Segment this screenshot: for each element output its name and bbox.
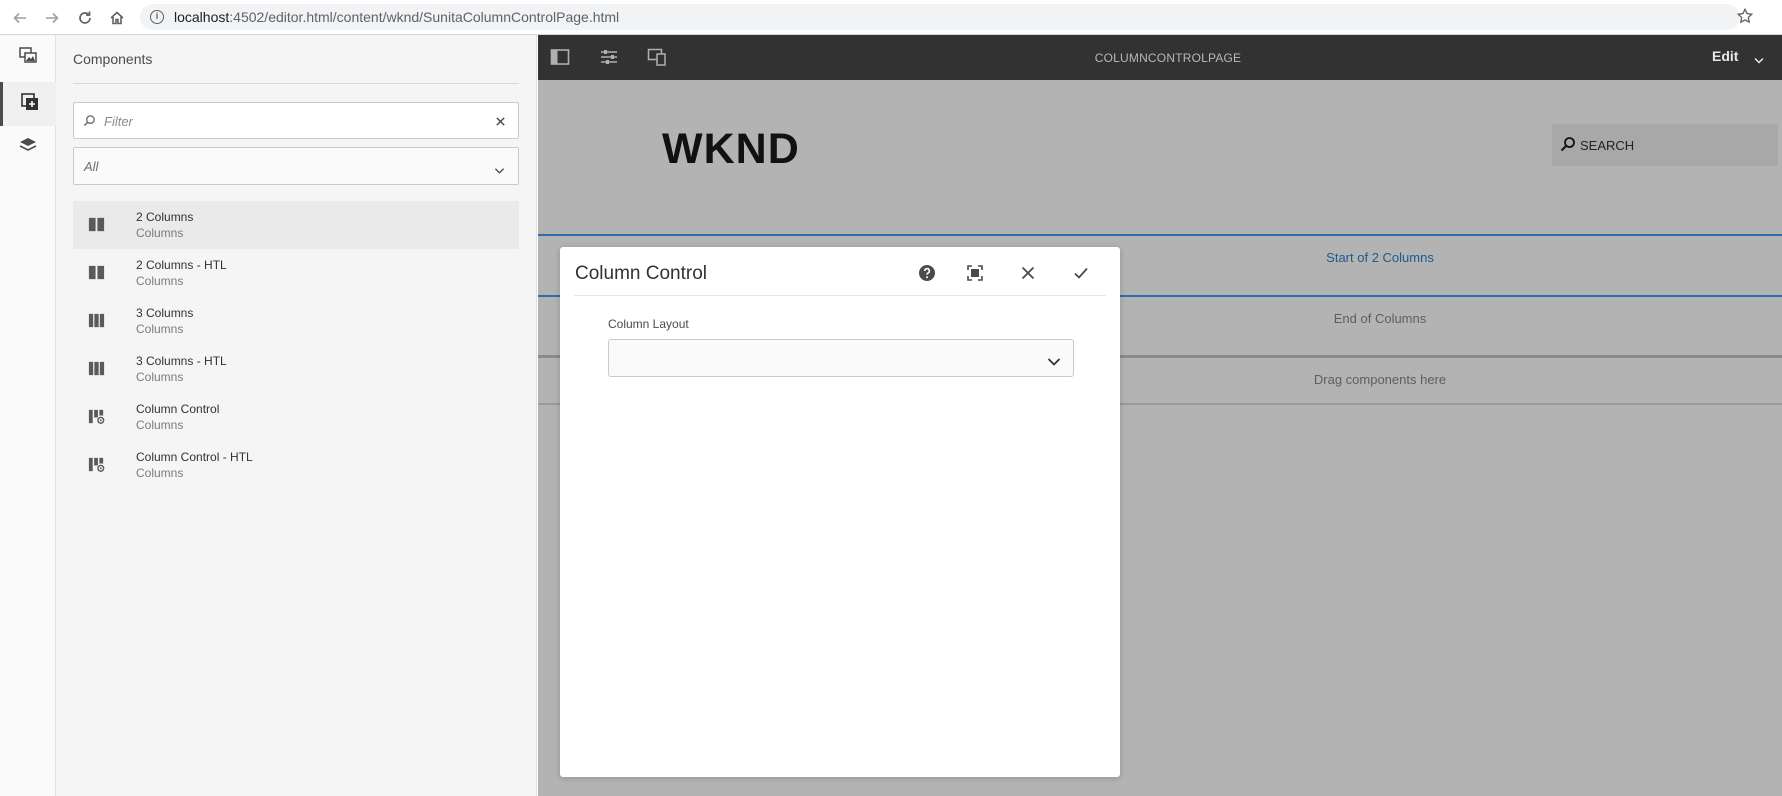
search-icon: [83, 114, 97, 128]
filter-input[interactable]: [104, 112, 484, 130]
address-bar[interactable]: i localhost:4502/editor.html/content/wkn…: [140, 4, 1740, 30]
assets-icon: [18, 45, 38, 70]
layers-icon: [18, 135, 38, 160]
component-group: Columns: [136, 418, 184, 432]
component-name: 3 Columns - HTL: [136, 354, 227, 368]
three-columns-icon: [87, 359, 107, 379]
site-search-placeholder: SEARCH: [1580, 138, 1635, 153]
column-control-dialog: Column Control Column Layout: [560, 247, 1120, 777]
list-item[interactable]: 3 Columns Columns: [73, 297, 519, 345]
clear-icon[interactable]: [495, 114, 508, 127]
column-control-icon: [87, 407, 107, 427]
list-item[interactable]: Column Control - HTL Columns: [73, 441, 519, 489]
components-panel: Components All 2 Columns Columns 2 Colum: [56, 35, 537, 796]
site-logo: WKND: [662, 125, 800, 173]
list-item[interactable]: 3 Columns - HTL Columns: [73, 345, 519, 393]
chevron-down-icon[interactable]: [1754, 52, 1764, 64]
url-path: :4502/editor.html/content/wknd/SunitaCol…: [229, 9, 620, 25]
filter-field[interactable]: [73, 102, 519, 139]
component-group: Columns: [136, 466, 184, 480]
url-text: localhost:4502/editor.html/content/wknd/…: [174, 9, 619, 25]
column-layout-label: Column Layout: [608, 317, 689, 331]
site-info-icon[interactable]: i: [150, 10, 164, 24]
dialog-divider: [574, 295, 1106, 296]
list-item[interactable]: 2 Columns Columns: [73, 201, 519, 249]
browser-toolbar: i localhost:4502/editor.html/content/wkn…: [0, 0, 1782, 35]
component-name: 3 Columns: [136, 306, 194, 320]
editor-toolbar: COLUMNCONTROLPAGE Edit: [538, 35, 1782, 80]
page-title: COLUMNCONTROLPAGE: [1094, 51, 1242, 65]
search-icon: [1560, 136, 1576, 152]
confirm-check-icon[interactable]: [1070, 262, 1092, 284]
chevron-down-icon: [1047, 354, 1061, 366]
site-search-field[interactable]: SEARCH: [1552, 124, 1778, 166]
home-icon[interactable]: [106, 7, 128, 29]
column-control-icon: [87, 455, 107, 475]
url-host: localhost: [174, 9, 230, 25]
list-item[interactable]: Column Control Columns: [73, 393, 519, 441]
component-name: Column Control - HTL: [136, 450, 253, 464]
three-columns-icon: [87, 311, 107, 331]
component-name: 2 Columns - HTL: [136, 258, 227, 272]
bookmark-star-icon[interactable]: [1736, 7, 1756, 27]
group-select-value: All: [84, 159, 99, 174]
content-tree-tab[interactable]: [0, 125, 56, 169]
side-rail: [0, 35, 56, 796]
back-icon[interactable]: [9, 7, 31, 29]
two-columns-icon: [87, 263, 107, 283]
help-icon[interactable]: [916, 262, 938, 284]
component-name: 2 Columns: [136, 210, 194, 224]
mode-selector[interactable]: Edit: [1712, 48, 1738, 64]
component-name: Column Control: [136, 402, 220, 416]
component-group: Columns: [136, 274, 184, 288]
forward-icon[interactable]: [41, 7, 63, 29]
components-tab[interactable]: [0, 82, 56, 126]
list-item[interactable]: 2 Columns - HTL Columns: [73, 249, 519, 297]
two-columns-icon: [87, 215, 107, 235]
component-list: 2 Columns Columns 2 Columns - HTL Column…: [73, 201, 519, 489]
group-select[interactable]: All: [73, 147, 519, 185]
column-layout-select[interactable]: [608, 339, 1074, 377]
components-icon: [20, 92, 40, 117]
component-group: Columns: [136, 226, 184, 240]
fullscreen-icon[interactable]: [964, 262, 986, 284]
chevron-down-icon: [494, 162, 506, 174]
component-group: Columns: [136, 370, 184, 384]
panel-title: Components: [73, 51, 153, 67]
panel-divider: [73, 83, 519, 84]
dialog-title: Column Control: [575, 263, 707, 284]
reload-icon[interactable]: [74, 7, 96, 29]
close-icon[interactable]: [1017, 262, 1039, 284]
assets-tab[interactable]: [0, 35, 56, 79]
component-group: Columns: [136, 322, 184, 336]
